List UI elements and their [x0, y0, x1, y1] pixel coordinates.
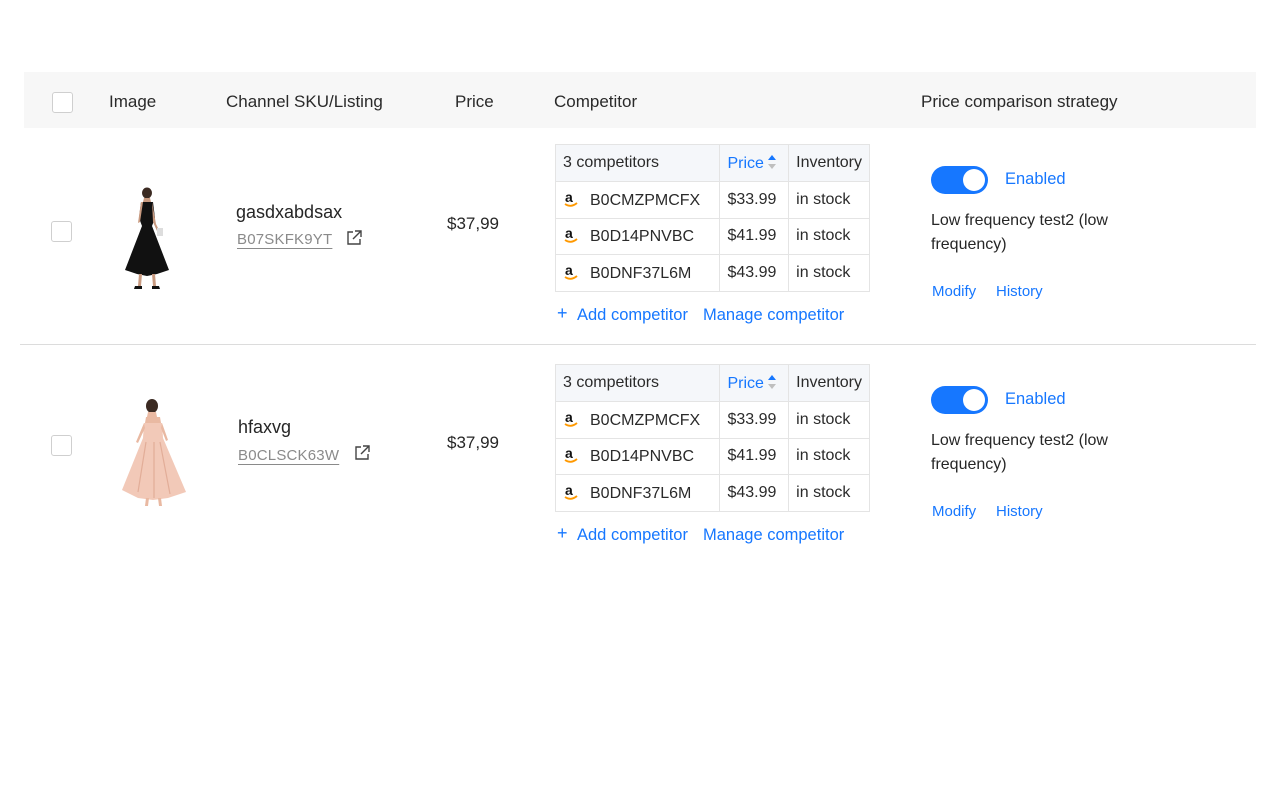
- competitor-table: 3 competitors Price Inventory a B0CMZPMCF…: [554, 144, 870, 292]
- row-checkbox[interactable]: [51, 221, 72, 242]
- strategy-description: Low frequency test2 (low frequency): [931, 212, 1108, 253]
- product-price: $37,99: [447, 433, 499, 452]
- strategy-description: Low frequency test2 (low frequency): [931, 432, 1108, 473]
- amazon-logo-icon: a: [564, 410, 578, 427]
- strategy-toggle[interactable]: [931, 166, 988, 194]
- competitor-price: $41.99: [719, 437, 790, 475]
- table-row: hfaxvg B0CLSCK63W $37,99 3 competitors P…: [20, 346, 1256, 563]
- toggle-knob: [963, 169, 985, 191]
- competitor-price: $33.99: [719, 181, 790, 219]
- product-image[interactable]: [108, 390, 208, 510]
- product-name: hfaxvg: [238, 417, 292, 437]
- competitor-row: a B0D14PNVBC $41.99 in stock: [554, 217, 870, 255]
- toggle-status: Enabled: [1005, 170, 1066, 188]
- competitor-asin-cell[interactable]: a B0DNF37L6M: [554, 474, 721, 512]
- select-all-checkbox[interactable]: [52, 92, 73, 113]
- competitor-price: $43.99: [719, 254, 790, 292]
- product-image[interactable]: [97, 178, 197, 298]
- competitor-row: a B0DNF37L6M $43.99 in stock: [554, 254, 870, 292]
- svg-text:a: a: [565, 190, 573, 205]
- amazon-logo-icon: a: [564, 226, 578, 243]
- history-link[interactable]: History: [996, 283, 1043, 300]
- modify-link[interactable]: Modify: [932, 283, 976, 300]
- competitor-asin: B0D14PNVBC: [590, 228, 695, 246]
- competitor-price: $41.99: [719, 217, 790, 255]
- competitor-inventory: in stock: [788, 437, 870, 475]
- plus-icon[interactable]: +: [557, 303, 568, 324]
- competitor-row: a B0CMZPMCFX $33.99 in stock: [554, 181, 870, 219]
- svg-text:a: a: [565, 483, 573, 498]
- toggle-status: Enabled: [1005, 390, 1066, 408]
- competitor-inventory: in stock: [788, 254, 870, 292]
- add-competitor-link[interactable]: Add competitor: [577, 526, 688, 545]
- competitor-asin: B0DNF37L6M: [590, 484, 692, 502]
- competitor-asin-cell[interactable]: a B0D14PNVBC: [554, 437, 721, 475]
- svg-text:a: a: [565, 410, 573, 425]
- competitor-row: a B0CMZPMCFX $33.99 in stock: [554, 401, 870, 439]
- competitor-inventory: in stock: [788, 401, 870, 439]
- table-row: gasdxabdsax B07SKFK9YT $37,99 3 competit…: [20, 128, 1256, 345]
- competitor-count: 3 competitors: [554, 144, 721, 182]
- svg-text:a: a: [565, 263, 573, 278]
- price-sort-header[interactable]: Price: [719, 144, 790, 182]
- svg-text:a: a: [565, 226, 573, 241]
- competitor-asin-cell[interactable]: a B0CMZPMCFX: [554, 401, 721, 439]
- competitor-asin-cell[interactable]: a B0DNF37L6M: [554, 254, 721, 292]
- amazon-logo-icon: a: [564, 483, 578, 500]
- competitor-asin: B0D14PNVBC: [590, 448, 695, 466]
- product-table: Image Channel SKU/Listing Price Competit…: [0, 0, 1272, 800]
- competitor-asin-cell[interactable]: a B0D14PNVBC: [554, 217, 721, 255]
- competitor-inventory: in stock: [788, 217, 870, 255]
- competitor-inventory: in stock: [788, 474, 870, 512]
- competitor-row: a B0DNF37L6M $43.99 in stock: [554, 474, 870, 512]
- header-sku: Channel SKU/Listing: [226, 92, 383, 111]
- sort-icon[interactable]: [767, 154, 777, 170]
- add-competitor-link[interactable]: Add competitor: [577, 306, 688, 325]
- manage-competitor-link[interactable]: Manage competitor: [703, 526, 844, 545]
- header-image: Image: [109, 92, 157, 111]
- competitor-row: a B0D14PNVBC $41.99 in stock: [554, 437, 870, 475]
- amazon-logo-icon: a: [564, 446, 578, 463]
- external-link-icon[interactable]: [345, 229, 363, 247]
- header-strategy: Price comparison strategy: [921, 92, 1118, 111]
- external-link-icon[interactable]: [353, 444, 371, 462]
- manage-competitor-link[interactable]: Manage competitor: [703, 306, 844, 325]
- header-price: Price: [455, 92, 494, 111]
- competitor-table: 3 competitors Price Inventory a B0CMZPMCF…: [554, 364, 870, 512]
- competitor-price: $43.99: [719, 474, 790, 512]
- product-name: gasdxabdsax: [236, 202, 343, 222]
- sort-icon[interactable]: [767, 374, 777, 390]
- competitor-asin: B0CMZPMCFX: [590, 191, 701, 209]
- competitor-inventory: in stock: [788, 181, 870, 219]
- inventory-header: Inventory: [788, 364, 870, 402]
- header-competitor: Competitor: [554, 92, 638, 111]
- price-sort-label: Price: [727, 374, 764, 392]
- amazon-logo-icon: a: [564, 263, 578, 280]
- price-sort-header[interactable]: Price: [719, 364, 790, 402]
- history-link[interactable]: History: [996, 503, 1043, 520]
- price-sort-label: Price: [727, 154, 764, 172]
- competitor-count: 3 competitors: [554, 364, 721, 402]
- plus-icon[interactable]: +: [557, 523, 568, 544]
- competitor-asin-cell[interactable]: a B0CMZPMCFX: [554, 181, 721, 219]
- competitor-price: $33.99: [719, 401, 790, 439]
- competitor-asin: B0CMZPMCFX: [590, 411, 701, 429]
- svg-text:a: a: [565, 446, 573, 461]
- sku-link[interactable]: B07SKFK9YT: [237, 231, 332, 248]
- inventory-header: Inventory: [788, 144, 870, 182]
- sku-link[interactable]: B0CLSCK63W: [238, 447, 339, 464]
- table-header: Image Channel SKU/Listing Price Competit…: [24, 72, 1256, 128]
- toggle-knob: [963, 389, 985, 411]
- modify-link[interactable]: Modify: [932, 503, 976, 520]
- product-price: $37,99: [447, 214, 499, 233]
- competitor-asin: B0DNF37L6M: [590, 264, 692, 282]
- amazon-logo-icon: a: [564, 190, 578, 207]
- strategy-toggle[interactable]: [931, 386, 988, 414]
- row-checkbox[interactable]: [51, 435, 72, 456]
